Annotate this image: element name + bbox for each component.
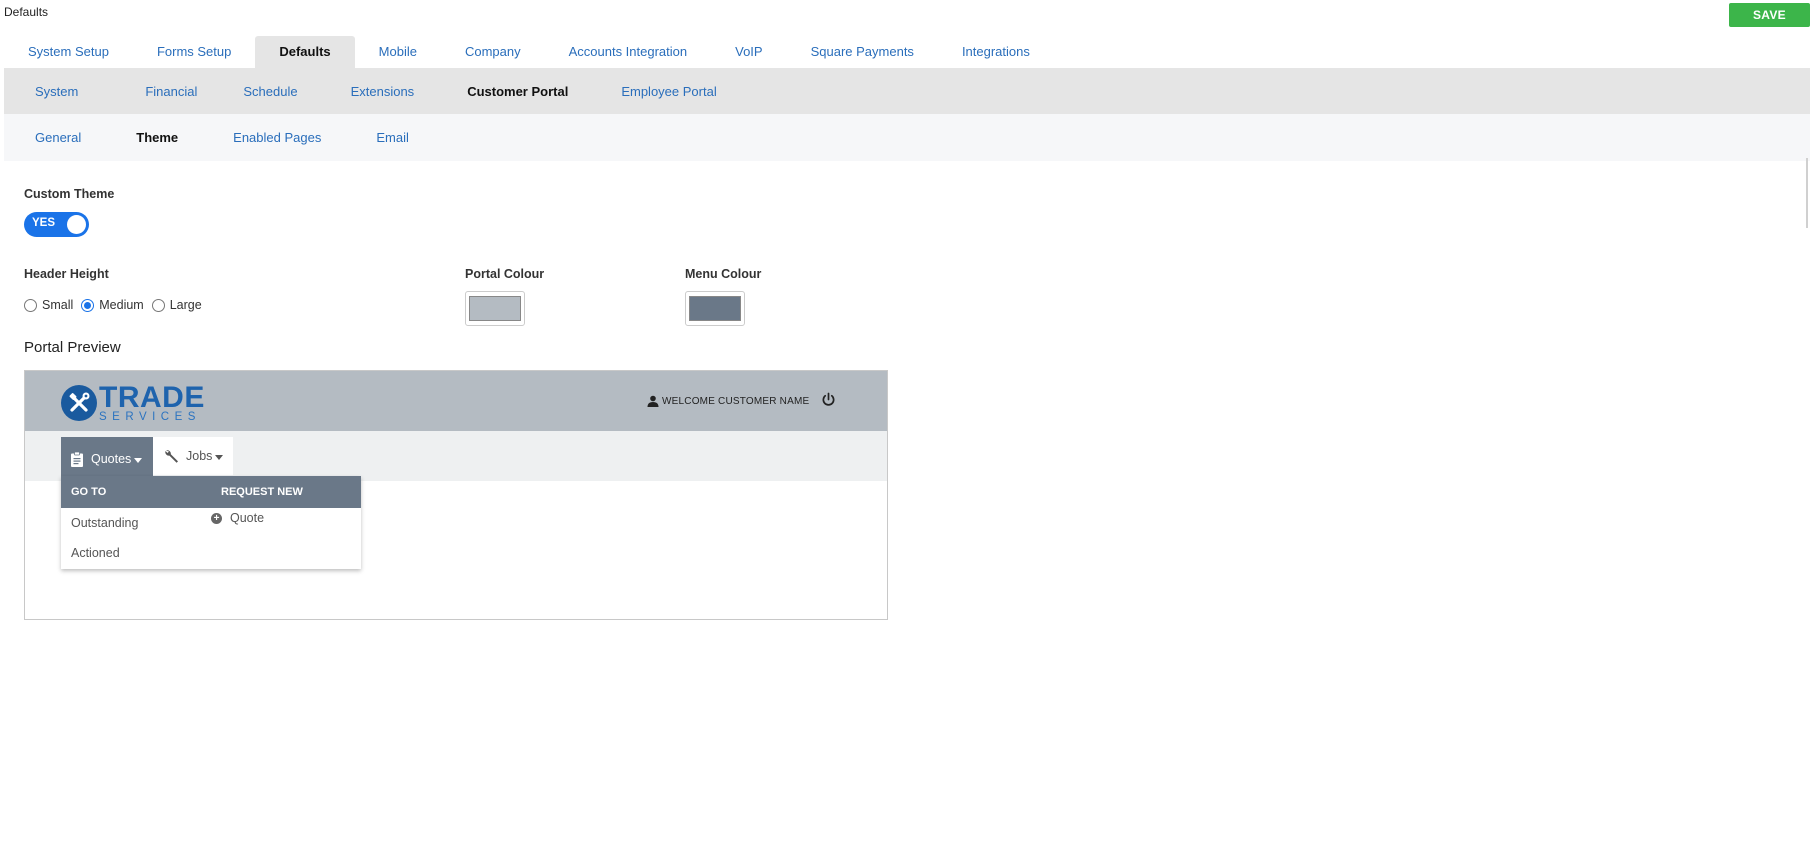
radio-medium[interactable] [81,298,95,312]
subtab-general[interactable]: General [10,130,106,145]
preview-menu-jobs[interactable]: Jobs [153,437,233,475]
radio-large[interactable] [151,298,165,312]
menu-colour-swatch [689,296,741,321]
goto-header: GO TO [71,486,107,498]
power-icon[interactable] [821,392,836,410]
dropdown-item-actioned[interactable]: Actioned [71,546,120,560]
customer-portal-subnav: General Theme Enabled Pages Email [4,114,1810,161]
menu-colour-label: Menu Colour [685,267,762,281]
plus-circle-icon: + [211,512,222,524]
welcome-text: WELCOME CUSTOMER NAME [662,395,810,407]
request-new-header: REQUEST NEW [221,486,303,498]
radio-option-large[interactable]: Large [151,298,202,312]
preview-menu-quotes[interactable]: Quotes [61,437,153,481]
radio-option-medium[interactable]: Medium [81,298,144,312]
portal-colour-label: Portal Colour [465,267,545,281]
menu-colour-picker[interactable] [685,291,745,326]
custom-theme-label: Custom Theme [24,187,115,201]
tab-integrations[interactable]: Integrations [938,36,1054,68]
tab-square-payments[interactable]: Square Payments [787,36,938,68]
subtab-financial[interactable]: Financial [103,84,222,99]
radio-large-label: Large [169,298,202,312]
dropdown-item-request-quote[interactable]: + Quote [211,511,264,525]
subtab-email[interactable]: Email [346,130,434,145]
save-button[interactable]: SAVE [1729,3,1810,27]
logo-sub-text: SERVICES [99,411,201,423]
defaults-subnav: System Financial Schedule Extensions Cus… [4,68,1810,114]
subtab-enabled-pages[interactable]: Enabled Pages [203,130,346,145]
logo-main-text: TRADE [99,381,205,414]
quotes-dropdown: GO TO REQUEST NEW Outstanding Actioned +… [61,476,361,569]
portal-preview-title: Portal Preview [24,339,121,356]
main-tabs: System Setup Forms Setup Defaults Mobile… [4,36,1054,68]
header-height-radio-group: Small Medium Large [24,298,210,312]
tab-forms-setup[interactable]: Forms Setup [133,36,255,68]
dropdown-item-outstanding[interactable]: Outstanding [71,516,138,530]
toggle-label: YES [32,217,56,229]
toggle-knob [67,215,86,234]
custom-theme-toggle[interactable]: YES [24,212,89,237]
tab-mobile[interactable]: Mobile [355,36,441,68]
clipboard-icon [71,451,83,467]
tab-company[interactable]: Company [441,36,545,68]
tools-icon [61,385,97,422]
tab-system-setup[interactable]: System Setup [4,36,133,68]
preview-header: TRADE SERVICES WELCOME CUSTOMER NAME [25,371,887,431]
portal-colour-picker[interactable] [465,291,525,326]
subtab-system[interactable]: System [10,84,103,99]
scrollbar[interactable] [1806,158,1808,228]
preview-menu-bar: Quotes Jobs [25,431,887,481]
portal-preview: TRADE SERVICES WELCOME CUSTOMER NAME Quo… [24,370,888,620]
radio-option-small[interactable]: Small [24,298,73,312]
tab-voip[interactable]: VoIP [711,36,786,68]
header-height-label: Header Height [24,267,109,281]
radio-small-label: Small [42,298,74,312]
tab-accounts-integration[interactable]: Accounts Integration [545,36,712,68]
subtab-customer-portal[interactable]: Customer Portal [439,84,593,99]
welcome-user[interactable]: WELCOME CUSTOMER NAME [647,395,809,407]
radio-medium-label: Medium [99,298,144,312]
dropdown-header: GO TO REQUEST NEW [61,476,361,508]
subtab-employee-portal[interactable]: Employee Portal [593,84,741,99]
subtab-extensions[interactable]: Extensions [323,84,440,99]
menu-quotes-label: Quotes [91,452,132,466]
menu-jobs-label: Jobs [186,449,213,463]
wrench-icon [165,450,178,463]
subtab-theme[interactable]: Theme [106,130,203,145]
user-icon [647,395,659,407]
portal-colour-swatch [469,296,521,321]
chevron-down-icon [215,455,224,460]
page-title: Defaults [4,5,49,19]
subtab-schedule[interactable]: Schedule [222,84,322,99]
tab-defaults[interactable]: Defaults [255,36,355,68]
request-quote-label: Quote [230,511,265,525]
radio-small[interactable] [24,298,37,312]
chevron-down-icon [134,458,143,463]
trade-services-logo: TRADE SERVICES [61,383,205,424]
